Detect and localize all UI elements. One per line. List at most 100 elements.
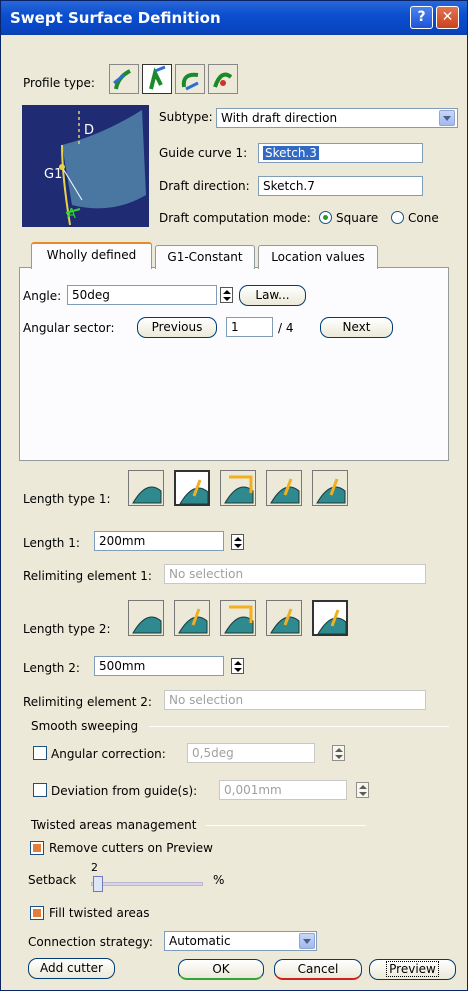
- fill-twisted-label: Fill twisted areas: [49, 906, 150, 920]
- setback-slider-thumb[interactable]: [93, 876, 104, 892]
- connection-chevron-down-icon[interactable]: [299, 933, 315, 949]
- twisted-areas-divider: [206, 825, 366, 826]
- remove-cutters-checkbox[interactable]: [30, 841, 44, 855]
- along-draft-length-icon: [316, 478, 346, 504]
- conic-profile-icon: [213, 72, 233, 88]
- deviation-label: Deviation from guide(s):: [51, 784, 198, 798]
- connection-strategy-select[interactable]: Automatic: [164, 931, 317, 951]
- length-type-2-option-1[interactable]: [128, 600, 164, 636]
- connection-strategy-value: Automatic: [169, 934, 231, 948]
- explicit-profile-button[interactable]: [109, 64, 139, 94]
- length-type-1-buttons: [128, 468, 358, 512]
- title-bar[interactable]: Swept Surface Definition ? ✕: [1, 1, 467, 35]
- length-1-value: 200mm: [99, 534, 146, 548]
- smooth-sweeping-header: Smooth sweeping: [31, 719, 139, 733]
- ok-label: OK: [212, 962, 230, 976]
- tab-wholly-defined-label: Wholly defined: [46, 248, 137, 262]
- relimiting-2-label: Relimiting element 2:: [23, 695, 152, 709]
- guide-curve-field[interactable]: Sketch.3: [258, 143, 423, 163]
- tab-g1-constant[interactable]: G1-Constant: [155, 245, 255, 269]
- smooth-sweeping-divider: [149, 726, 449, 727]
- angular-sector-value: 1: [231, 320, 239, 334]
- subtype-select[interactable]: With draft direction: [216, 108, 458, 128]
- length-2-field[interactable]: 500mm: [94, 656, 224, 676]
- preview-button[interactable]: Preview: [369, 959, 456, 980]
- length-type-1-option-5[interactable]: [312, 470, 348, 506]
- length-1-field[interactable]: 200mm: [94, 531, 224, 551]
- draft-mode-square-radio[interactable]: [319, 211, 332, 224]
- profile-preview-image: D G1 A: [22, 105, 149, 227]
- previous-sector-button[interactable]: Previous: [137, 317, 217, 338]
- cancel-button[interactable]: Cancel: [274, 959, 362, 980]
- deviation-field[interactable]: 0,001mm: [219, 780, 347, 800]
- relimiting-2-field[interactable]: No selection: [164, 690, 426, 710]
- length-type-2-option-4[interactable]: [266, 600, 302, 636]
- setback-slider-track[interactable]: [91, 882, 203, 886]
- angular-sector-field[interactable]: 1: [226, 317, 273, 337]
- draft-mode-square-label[interactable]: Square: [336, 211, 378, 225]
- law-button[interactable]: Law...: [239, 285, 306, 306]
- length-type-2-option-2[interactable]: [174, 600, 210, 636]
- tab-wholly-defined[interactable]: Wholly defined: [31, 242, 152, 269]
- angular-correction-spinner-icon[interactable]: [332, 745, 345, 761]
- angular-sector-total: / 4: [278, 321, 294, 335]
- tab-location-values-label: Location values: [271, 250, 365, 264]
- line-profile-button[interactable]: [142, 64, 172, 94]
- help-button[interactable]: ?: [410, 6, 433, 29]
- circle-profile-icon: [181, 72, 199, 91]
- swept-surface-dialog: Swept Surface Definition ? ✕ Profile typ…: [0, 0, 468, 991]
- chevron-down-icon[interactable]: [439, 110, 455, 126]
- draft-direction-field[interactable]: Sketch.7: [258, 176, 423, 196]
- guide-curve-label: Guide curve 1:: [159, 146, 248, 160]
- length-type-1-option-1[interactable]: [128, 470, 164, 506]
- close-button[interactable]: ✕: [436, 6, 459, 29]
- from-extremum-length-icon: [270, 478, 300, 504]
- previous-sector-label: Previous: [151, 320, 203, 334]
- length-type-2-option-5[interactable]: [312, 600, 348, 636]
- angular-correction-field[interactable]: 0,5deg: [187, 743, 315, 763]
- subtype-label: Subtype:: [159, 110, 213, 124]
- tab-location-values[interactable]: Location values: [258, 245, 378, 269]
- angular-correction-checkbox[interactable]: [33, 746, 47, 760]
- line-profile-icon: [149, 65, 166, 90]
- circle-profile-button[interactable]: [175, 64, 205, 94]
- deviation-value: 0,001mm: [224, 783, 282, 797]
- profile-type-label: Profile type:: [23, 76, 95, 90]
- twisted-areas-header: Twisted areas management: [31, 818, 197, 832]
- relimiting-1-field[interactable]: No selection: [164, 564, 426, 584]
- length-type-2-option-3[interactable]: [220, 600, 256, 636]
- next-sector-button[interactable]: Next: [320, 317, 393, 338]
- add-cutter-button[interactable]: Add cutter: [28, 958, 115, 979]
- length-2-spinner-icon[interactable]: [231, 658, 244, 674]
- fill-twisted-checkbox[interactable]: [30, 906, 44, 920]
- length-1-spinner-icon[interactable]: [231, 534, 244, 550]
- angle-spinner-icon[interactable]: [220, 287, 233, 303]
- subtype-value: With draft direction: [221, 111, 338, 125]
- conic-profile-button[interactable]: [208, 64, 238, 94]
- remove-cutters-label: Remove cutters on Preview: [49, 841, 213, 855]
- preview-label-a: A: [67, 207, 76, 222]
- length-type-2-label: Length type 2:: [23, 622, 111, 636]
- length-type-1-option-4[interactable]: [266, 470, 302, 506]
- add-cutter-label: Add cutter: [40, 961, 103, 975]
- angular-correction-value: 0,5deg: [192, 746, 234, 760]
- draft-mode-cone-label[interactable]: Cone: [408, 211, 439, 225]
- ok-button[interactable]: OK: [178, 959, 264, 980]
- deviation-spinner-icon[interactable]: [356, 782, 369, 798]
- deviation-checkbox[interactable]: [33, 783, 47, 797]
- preview-label-g1: G1: [44, 167, 63, 182]
- draft-mode-label: Draft computation mode:: [159, 211, 311, 225]
- draft-mode-cone-radio[interactable]: [391, 211, 404, 224]
- draft-direction-value: Sketch.7: [263, 179, 315, 193]
- angle-field[interactable]: 50deg: [67, 285, 217, 305]
- guide-curve-value: Sketch.3: [263, 146, 319, 160]
- explicit-profile-icon: [113, 69, 131, 90]
- next-sector-label: Next: [342, 320, 371, 334]
- tab-g1-constant-label: G1-Constant: [167, 250, 243, 264]
- angle-value: 50deg: [72, 288, 110, 302]
- length-type-1-option-3[interactable]: [220, 470, 256, 506]
- connection-strategy-label: Connection strategy:: [28, 935, 153, 949]
- from-curve-length-icon: [179, 479, 209, 505]
- law-button-label: Law...: [255, 288, 290, 302]
- length-type-1-option-2[interactable]: [174, 470, 210, 506]
